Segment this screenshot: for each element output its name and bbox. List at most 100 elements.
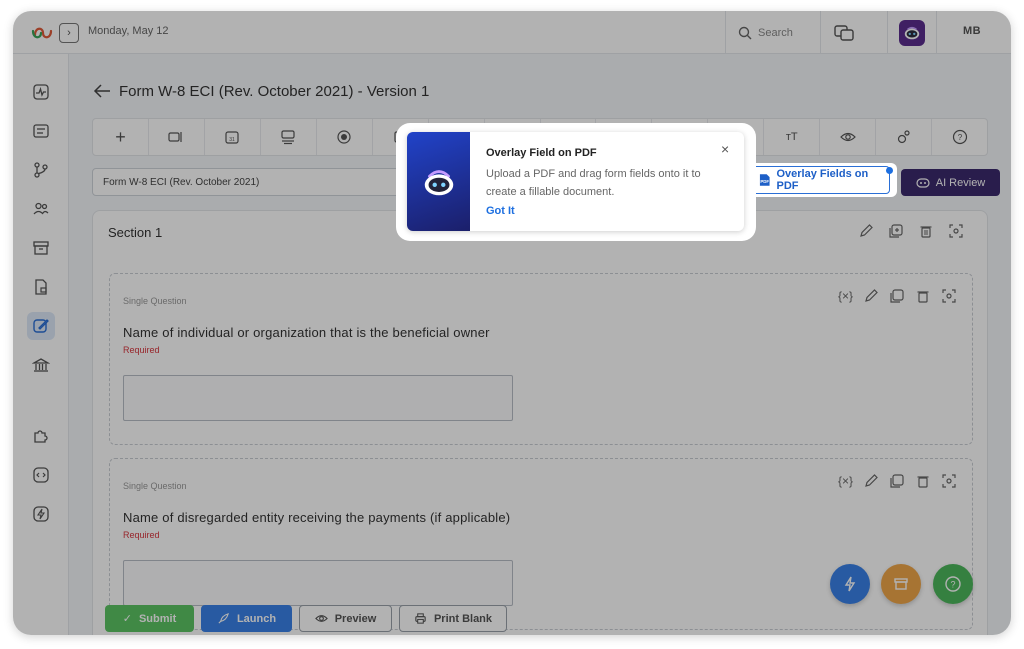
- help-fab[interactable]: ?: [933, 564, 973, 604]
- question-type: Single Question: [123, 481, 187, 491]
- submit-button[interactable]: ✓ Submit: [105, 605, 194, 632]
- pencil-icon[interactable]: [863, 473, 879, 489]
- paragraph-icon: [281, 130, 295, 145]
- tool-text-input[interactable]: [149, 119, 205, 155]
- lightning-icon: [33, 506, 49, 522]
- chat-icon[interactable]: [833, 23, 855, 43]
- pencil-icon[interactable]: [863, 288, 879, 304]
- duplicate-icon[interactable]: [889, 473, 905, 489]
- ai-chat-icon: [916, 177, 930, 188]
- tool-date[interactable]: 31: [205, 119, 261, 155]
- launch-button[interactable]: Launch: [201, 605, 292, 632]
- trash-icon[interactable]: [915, 473, 931, 489]
- pencil-icon[interactable]: [858, 223, 874, 239]
- rocket-icon: [218, 613, 229, 624]
- back-arrow-icon[interactable]: [93, 82, 111, 100]
- popover-body: Upload a PDF and drag form fields onto i…: [486, 168, 701, 198]
- print-blank-button[interactable]: Print Blank: [399, 605, 507, 632]
- focus-icon[interactable]: [941, 473, 957, 489]
- svg-text:?: ?: [957, 133, 962, 142]
- ai-review-label: AI Review: [935, 176, 986, 189]
- tool-radio[interactable]: [317, 119, 373, 155]
- bottom-action-bar: ✓ Submit Launch Preview Print Blank: [105, 605, 507, 632]
- preview-button[interactable]: Preview: [299, 605, 392, 632]
- sidebar: [13, 54, 69, 635]
- question-type: Single Question: [123, 296, 187, 306]
- activity-icon: [33, 84, 49, 100]
- current-date: Monday, May 12: [88, 25, 169, 37]
- popover-title: Overlay Field on PDF: [486, 147, 597, 159]
- puzzle-icon: [34, 430, 48, 443]
- sidebar-item-workflows[interactable]: [27, 156, 55, 184]
- chevron-right-icon: ›: [67, 27, 71, 39]
- tool-text-size[interactable]: тT: [764, 119, 821, 155]
- document-lock-icon: [35, 279, 47, 295]
- search-placeholder: Search: [758, 26, 793, 39]
- tool-logic[interactable]: [876, 119, 933, 155]
- sidebar-item-developer[interactable]: [27, 461, 55, 489]
- branch-icon: [34, 162, 48, 178]
- tool-add-field[interactable]: +: [93, 119, 149, 155]
- archive-icon: [894, 578, 908, 590]
- text-input-icon: [168, 132, 183, 142]
- submit-label: Submit: [138, 612, 177, 625]
- users-icon: [33, 202, 49, 215]
- got-it-button[interactable]: Got It: [486, 205, 515, 217]
- tour-popover: Overlay Field on PDF Upload a PDF and dr…: [407, 132, 744, 231]
- overlay-fields-label: Overlay Fields on PDF: [776, 168, 869, 192]
- bank-icon: [32, 358, 50, 372]
- user-avatar[interactable]: MB: [963, 25, 981, 37]
- archive-fab[interactable]: [881, 564, 921, 604]
- text-size-icon: тT: [785, 131, 798, 143]
- trash-icon[interactable]: [918, 223, 934, 239]
- required-indicator: Required: [123, 530, 160, 540]
- sidebar-expand-button[interactable]: ›: [59, 23, 79, 43]
- check-icon: ✓: [122, 613, 132, 625]
- sidebar-item-integrations[interactable]: [27, 422, 55, 450]
- question-actions: {×}: [838, 473, 957, 489]
- question-card-1[interactable]: Single Question {×} Name of individual o…: [109, 273, 973, 445]
- preview-label: Preview: [334, 612, 377, 625]
- sidebar-item-forms[interactable]: [27, 117, 55, 145]
- trash-icon[interactable]: [915, 288, 931, 304]
- tool-visibility[interactable]: [820, 119, 877, 155]
- duplicate-icon[interactable]: [889, 288, 905, 304]
- sidebar-item-automations[interactable]: [27, 500, 55, 528]
- question-label: Name of disregarded entity receiving the…: [123, 510, 511, 525]
- overlay-fields-button-highlighted[interactable]: PDF Overlay Fields on PDF: [750, 166, 890, 194]
- question-actions: {×}: [838, 288, 957, 304]
- sidebar-item-users[interactable]: [27, 195, 55, 223]
- sidebar-item-activity[interactable]: [27, 78, 55, 106]
- top-bar: › Monday, May 12 Search MB: [13, 11, 1011, 54]
- tool-paragraph[interactable]: [261, 119, 317, 155]
- variable-icon[interactable]: {×}: [838, 289, 853, 303]
- close-icon[interactable]: ×: [721, 141, 729, 157]
- svg-text:?: ?: [950, 580, 955, 590]
- code-icon: [33, 467, 49, 483]
- answer-textarea[interactable]: [123, 560, 513, 606]
- printer-icon: [415, 613, 426, 624]
- variable-icon[interactable]: {×}: [838, 474, 853, 488]
- print-blank-label: Print Blank: [433, 612, 493, 625]
- link-settings-icon: [897, 130, 910, 144]
- focus-icon[interactable]: [948, 223, 964, 239]
- sidebar-item-institutions[interactable]: [27, 351, 55, 379]
- sidebar-item-documents[interactable]: [27, 273, 55, 301]
- tool-help[interactable]: ?: [932, 119, 987, 155]
- section-actions: [858, 223, 964, 239]
- sidebar-item-form-builder[interactable]: [27, 312, 55, 340]
- search-input[interactable]: Search: [725, 11, 821, 54]
- lightning-icon: [844, 576, 856, 592]
- assistant-avatar-button[interactable]: [887, 11, 937, 54]
- app-logo-icon[interactable]: [31, 23, 53, 43]
- plus-icon: +: [115, 126, 126, 147]
- search-icon: [738, 26, 752, 39]
- svg-text:31: 31: [230, 137, 236, 143]
- focus-icon[interactable]: [941, 288, 957, 304]
- quick-actions-fab[interactable]: [830, 564, 870, 604]
- pdf-icon: PDF: [759, 174, 770, 186]
- answer-textarea[interactable]: [123, 375, 513, 421]
- sidebar-item-archive[interactable]: [27, 234, 55, 262]
- duplicate-icon[interactable]: [888, 223, 904, 239]
- ai-review-button[interactable]: AI Review: [901, 169, 1000, 196]
